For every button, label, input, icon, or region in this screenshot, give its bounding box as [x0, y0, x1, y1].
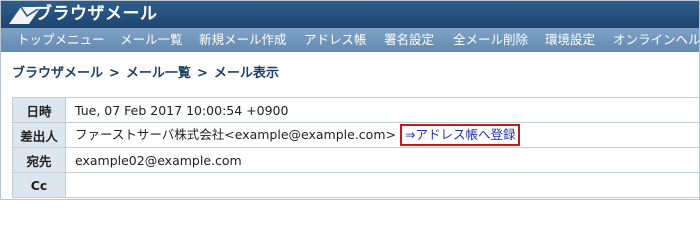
- table-row: 差出人 ファーストサーバ株式会社<example@example.com> ⇒アド…: [12, 122, 699, 148]
- browser-mail-window: ブラウザメール トップメニュー メール一覧 新規メール作成 アドレス帳 署名設定…: [0, 0, 700, 200]
- menu-item-address-book[interactable]: アドレス帳: [304, 28, 367, 52]
- breadcrumb: ブラウザメール > メール一覧 > メール表示: [12, 65, 279, 83]
- menu-item-top-menu[interactable]: トップメニュー: [17, 28, 105, 52]
- date-value: Tue, 07 Feb 2017 10:00:54 +0900: [65, 97, 699, 123]
- menu-item-signature[interactable]: 署名設定: [384, 28, 434, 52]
- table-row: Cc: [12, 172, 699, 198]
- breadcrumb-mail-list[interactable]: メール一覧: [126, 66, 191, 81]
- cc-label: Cc: [12, 172, 66, 198]
- from-cell: ファーストサーバ株式会社<example@example.com> ⇒アドレス帳へ…: [65, 122, 699, 148]
- menu-item-delete-all[interactable]: 全メール削除: [453, 28, 528, 52]
- from-label: 差出人: [12, 122, 66, 148]
- date-label: 日時: [12, 97, 66, 123]
- add-to-address-book-link[interactable]: ⇒アドレス帳へ登録: [399, 124, 521, 146]
- to-value: example02@example.com: [65, 147, 699, 173]
- from-value: ファーストサーバ株式会社<example@example.com>: [75, 127, 396, 142]
- title-bar: ブラウザメール: [1, 1, 699, 28]
- cc-value: [65, 172, 699, 198]
- menu-item-mail-list[interactable]: メール一覧: [120, 28, 183, 52]
- app-title: ブラウザメール: [35, 4, 158, 24]
- breadcrumb-separator: >: [196, 66, 208, 81]
- to-label: 宛先: [12, 147, 66, 173]
- table-row: 日時 Tue, 07 Feb 2017 10:00:54 +0900: [12, 97, 699, 123]
- breadcrumb-separator: >: [109, 66, 120, 81]
- menu-item-settings[interactable]: 環境設定: [545, 28, 595, 52]
- mail-header-table: 日時 Tue, 07 Feb 2017 10:00:54 +0900 差出人 フ…: [12, 97, 699, 198]
- breadcrumb-current-page: メール表示: [213, 66, 279, 81]
- table-row: 宛先 example02@example.com: [12, 147, 699, 173]
- menu-item-new-mail[interactable]: 新規メール作成: [199, 28, 287, 52]
- menu-item-online-help[interactable]: オンラインヘルプ: [613, 28, 699, 52]
- breadcrumb-browser-mail[interactable]: ブラウザメール: [12, 66, 103, 81]
- main-menu: トップメニュー メール一覧 新規メール作成 アドレス帳 署名設定 全メール削除 …: [1, 28, 699, 52]
